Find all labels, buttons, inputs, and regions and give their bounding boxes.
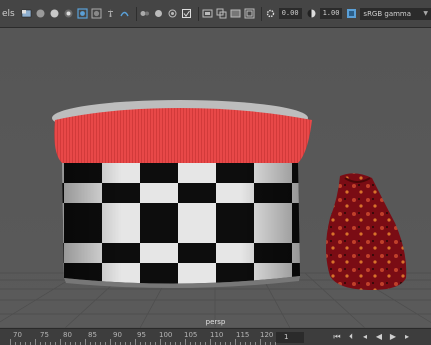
tick-label: 75 bbox=[40, 331, 49, 339]
play-forward-icon[interactable]: ▶ bbox=[386, 331, 400, 343]
all-lights-icon[interactable] bbox=[35, 8, 46, 19]
toolbar-separator bbox=[135, 6, 137, 21]
exposure-field[interactable]: 0.00 bbox=[278, 8, 302, 19]
film-gate-icon[interactable] bbox=[216, 8, 227, 19]
isolate-select-icon[interactable] bbox=[139, 8, 150, 19]
current-frame-field[interactable]: 1 bbox=[276, 332, 304, 343]
play-backward-icon[interactable]: ◀ bbox=[372, 331, 386, 343]
playback-controls: ⏮ ⏴ ◂ ◀ ▶ ▸ bbox=[330, 331, 414, 343]
scene-render bbox=[0, 100, 431, 328]
tick-label: 105 bbox=[184, 331, 198, 339]
checkered-ottoman bbox=[52, 100, 313, 289]
camera-name-label: persp bbox=[205, 318, 226, 326]
time-slider[interactable]: 70 75 80 85 90 95 100 105 110 115 120 1 … bbox=[0, 328, 431, 345]
timeline-tick bbox=[10, 339, 11, 345]
chevron-down-icon: ▼ bbox=[423, 9, 428, 17]
viewport-toolbar: els 0.00 1.00 sRGB gamma ▼ bbox=[0, 0, 431, 28]
xray-active-components-icon[interactable] bbox=[181, 8, 192, 19]
panels-menu[interactable]: els bbox=[2, 9, 15, 19]
exposure-icon[interactable] bbox=[265, 8, 276, 19]
timeline-tick bbox=[85, 339, 86, 345]
default-lighting-icon[interactable] bbox=[49, 8, 60, 19]
motion-blur-icon[interactable] bbox=[91, 8, 102, 19]
safe-area-icon[interactable] bbox=[244, 8, 255, 19]
color-management-icon[interactable] bbox=[346, 8, 357, 19]
color-space-dropdown[interactable]: sRGB gamma ▼ bbox=[360, 7, 431, 20]
timeline-tick bbox=[235, 339, 236, 345]
tick-label: 115 bbox=[236, 331, 250, 339]
tick-label: 70 bbox=[13, 331, 22, 339]
step-forward-frame-icon[interactable]: ▸ bbox=[400, 331, 414, 343]
tick-label: 95 bbox=[137, 331, 146, 339]
tick-label: 80 bbox=[63, 331, 72, 339]
gamma-icon[interactable] bbox=[306, 8, 317, 19]
tick-label: 85 bbox=[88, 331, 97, 339]
tick-label: 90 bbox=[113, 331, 122, 339]
tick-label: 110 bbox=[210, 331, 224, 339]
timeline-tick bbox=[110, 339, 111, 345]
timeline-tick bbox=[60, 339, 61, 345]
red-sack bbox=[326, 173, 407, 290]
step-back-key-icon[interactable]: ⏴ bbox=[344, 331, 358, 343]
xray-icon[interactable] bbox=[153, 8, 164, 19]
timeline-tick bbox=[210, 339, 211, 345]
color-space-value: sRGB gamma bbox=[363, 9, 412, 18]
toolbar-separator bbox=[261, 6, 262, 21]
timeline-tick bbox=[35, 339, 36, 345]
gamma-field[interactable]: 1.00 bbox=[319, 8, 343, 19]
go-to-start-icon[interactable]: ⏮ bbox=[330, 331, 344, 343]
ambient-occlusion-icon[interactable] bbox=[77, 8, 88, 19]
shadows-icon[interactable] bbox=[63, 8, 74, 19]
timeline-tick bbox=[185, 339, 186, 345]
perspective-viewport[interactable]: persp bbox=[0, 28, 431, 328]
timeline-tick bbox=[135, 339, 136, 345]
anti-aliasing-icon[interactable] bbox=[105, 8, 116, 19]
tick-label: 120 bbox=[260, 331, 274, 339]
xray-joints-icon[interactable] bbox=[167, 8, 178, 19]
depth-of-field-icon[interactable] bbox=[119, 8, 130, 19]
resolution-gate-icon[interactable] bbox=[230, 8, 241, 19]
tick-label: 100 bbox=[159, 331, 173, 339]
gate-mask-icon[interactable] bbox=[202, 8, 213, 19]
step-back-frame-icon[interactable]: ◂ bbox=[358, 331, 372, 343]
toolbar-separator bbox=[198, 6, 200, 21]
timeline-tick bbox=[260, 339, 261, 345]
textured-mode-icon[interactable] bbox=[21, 8, 32, 19]
timeline-tick bbox=[160, 339, 161, 345]
